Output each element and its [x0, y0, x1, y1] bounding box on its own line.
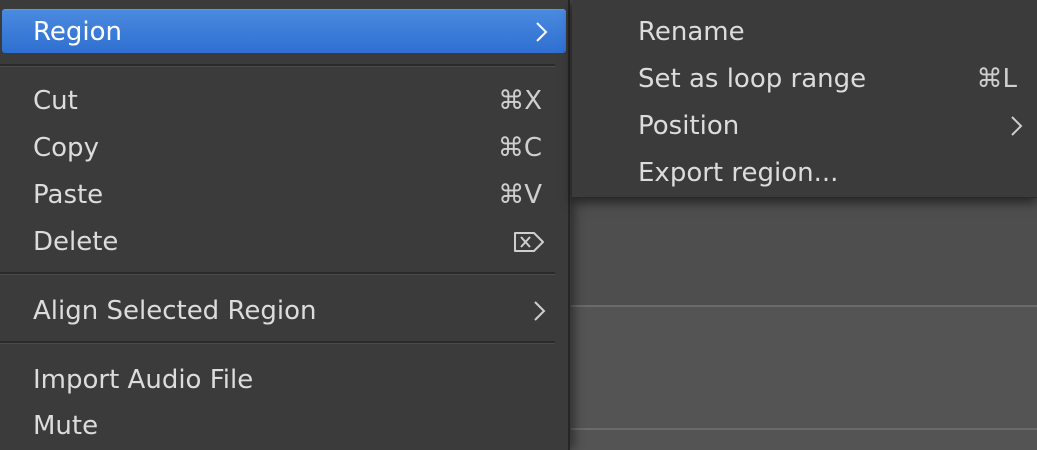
menu-item-shortcut: ⌘C — [497, 133, 542, 163]
menu-item-align-selected-region[interactable]: Align Selected Region — [0, 289, 568, 333]
menu-item-label: Region — [33, 17, 123, 47]
menu-separator — [0, 272, 555, 275]
chevron-right-icon — [1011, 116, 1023, 136]
menu-item-region[interactable]: Region — [2, 9, 566, 53]
menu-item-mute[interactable]: Mute — [0, 404, 568, 448]
menu-item-import-audio-file[interactable]: Import Audio File — [0, 358, 568, 402]
submenu-item-label: Export region... — [638, 158, 839, 188]
timeline-track-lane — [571, 198, 1037, 306]
menu-item-label: Cut — [33, 86, 78, 116]
menu-separator — [0, 64, 555, 67]
menu-item-label: Copy — [33, 133, 99, 163]
menu-item-label: Align Selected Region — [33, 296, 317, 326]
submenu-item-label: Rename — [638, 17, 745, 47]
menu-item-shortcut: ⌘V — [498, 180, 542, 210]
submenu-item-set-as-loop-range[interactable]: Set as loop range ⌘L — [572, 56, 1037, 102]
menu-item-paste[interactable]: Paste ⌘V — [0, 173, 568, 217]
timeline-track-divider — [571, 428, 1037, 430]
menu-separator — [0, 341, 555, 344]
menu-item-label: Mute — [33, 411, 99, 441]
context-menu: Region Cut ⌘X Copy ⌘C Paste ⌘V Delete Al… — [0, 0, 570, 450]
submenu-item-export-region[interactable]: Export region... — [572, 150, 1037, 196]
submenu-item-position[interactable]: Position — [572, 103, 1037, 149]
menu-item-copy[interactable]: Copy ⌘C — [0, 126, 568, 170]
submenu-item-label: Set as loop range — [638, 64, 867, 94]
menu-item-label: Paste — [33, 180, 104, 210]
delete-forward-icon — [514, 232, 544, 252]
chevron-right-icon — [536, 22, 548, 42]
menu-item-shortcut: ⌘X — [498, 86, 542, 116]
chevron-right-icon — [534, 301, 546, 321]
menu-item-cut[interactable]: Cut ⌘X — [0, 79, 568, 123]
submenu-item-shortcut: ⌘L — [976, 64, 1018, 94]
timeline-track-divider — [571, 305, 1037, 307]
menu-item-label: Import Audio File — [33, 365, 254, 395]
region-submenu: Rename Set as loop range ⌘L Position Exp… — [572, 0, 1037, 198]
submenu-item-rename[interactable]: Rename — [572, 9, 1037, 55]
menu-item-label: Delete — [33, 227, 119, 257]
submenu-item-label: Position — [638, 111, 740, 141]
menu-item-delete[interactable]: Delete — [0, 220, 568, 264]
